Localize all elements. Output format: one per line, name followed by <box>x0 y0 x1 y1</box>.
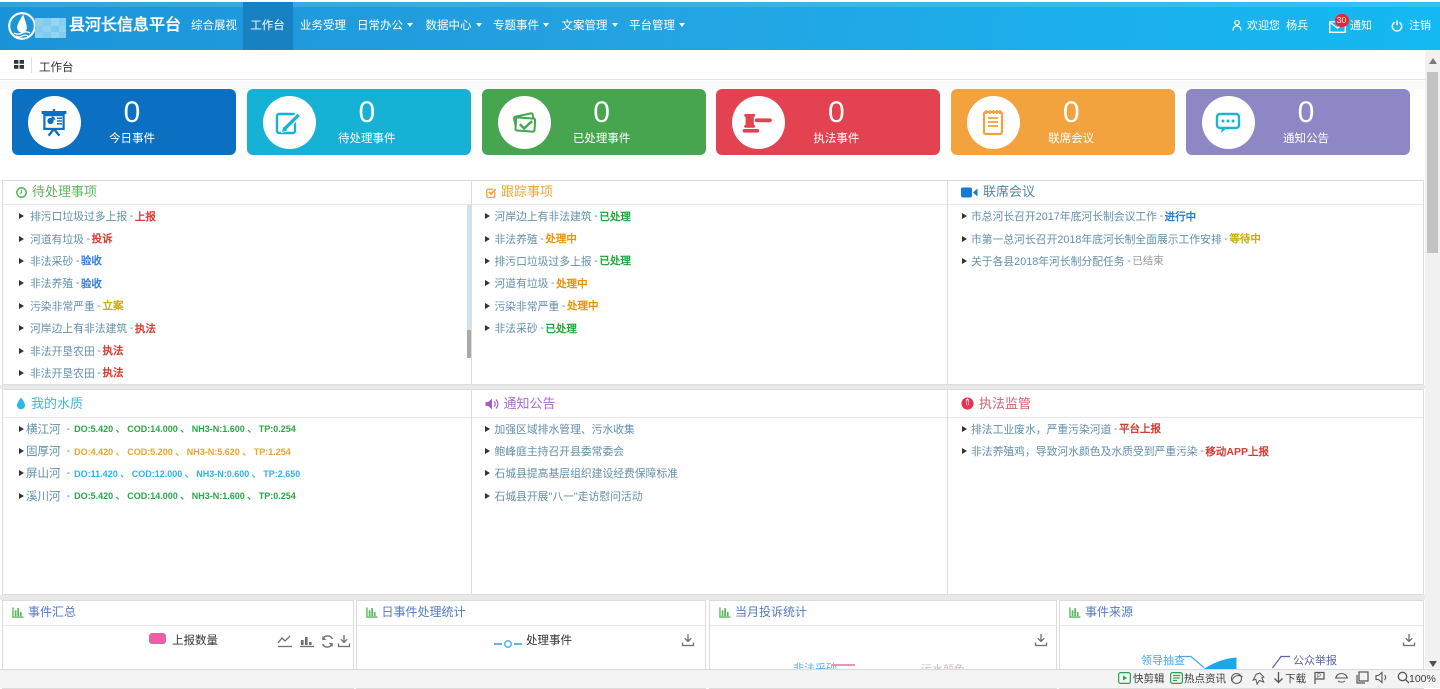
svg-text:P: P <box>1317 674 1321 680</box>
